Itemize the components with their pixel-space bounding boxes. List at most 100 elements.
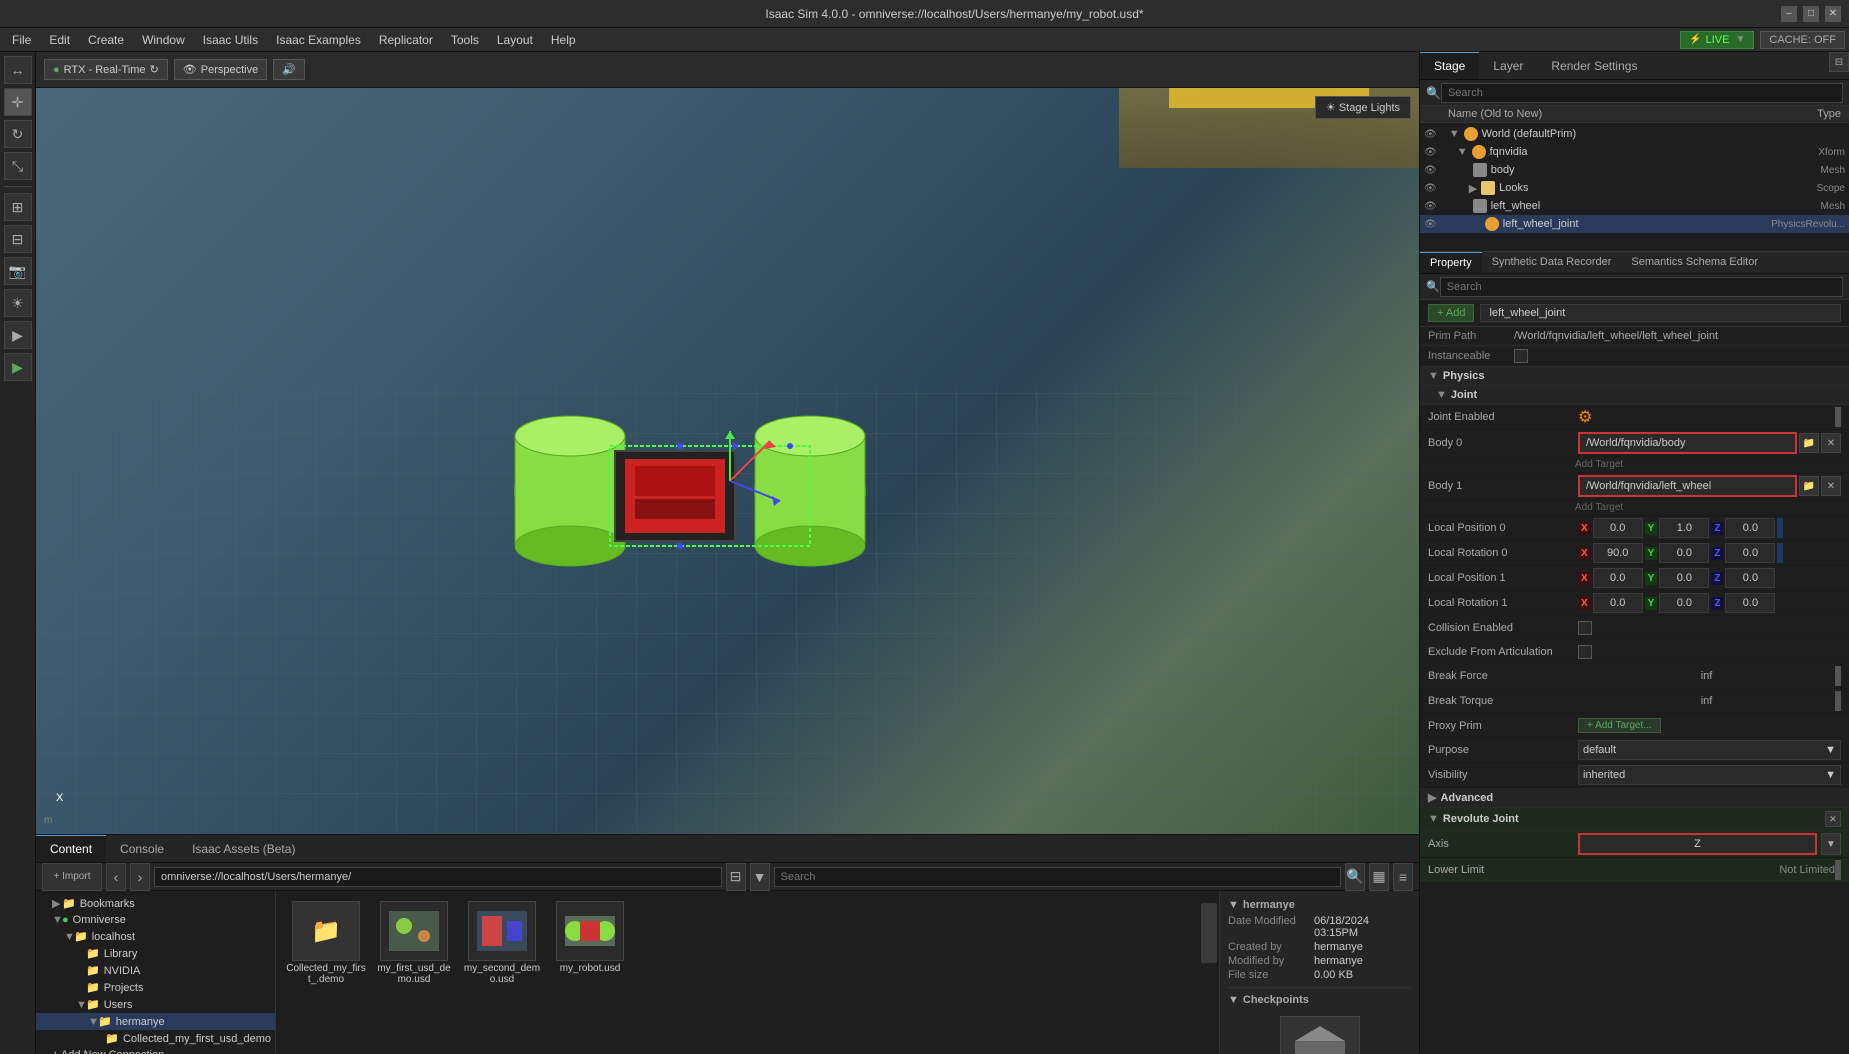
stage-filter-btn[interactable]: ⊟ bbox=[1829, 52, 1849, 72]
file-item-collected[interactable]: 📁 Collected_my_first_.demo bbox=[286, 901, 366, 985]
stage-item-left-wheel[interactable]: 👁 left_wheel Mesh bbox=[1420, 197, 1849, 215]
tree-item-localhost[interactable]: ▼ 📁 localhost bbox=[36, 928, 275, 945]
menu-layout[interactable]: Layout bbox=[489, 31, 541, 49]
exclude-articulation-checkbox[interactable] bbox=[1578, 645, 1592, 659]
move-tool-btn[interactable]: ✛ bbox=[4, 88, 32, 116]
local-rot1-y[interactable] bbox=[1659, 593, 1709, 613]
tree-item-hermanye[interactable]: ▼ 📁 hermanye bbox=[36, 1013, 275, 1030]
tree-item-bookmarks[interactable]: ▶ 📁 Bookmarks bbox=[36, 895, 275, 912]
purpose-dropdown[interactable]: default ▼ bbox=[1578, 740, 1841, 760]
local-pos1-x[interactable] bbox=[1593, 568, 1643, 588]
menu-replicator[interactable]: Replicator bbox=[371, 31, 441, 49]
props-search-input[interactable] bbox=[1440, 277, 1843, 297]
tree-item-nvidia[interactable]: 📁 NVIDIA bbox=[36, 962, 275, 979]
body0-field[interactable]: /World/fqnvidia/body bbox=[1578, 432, 1797, 454]
search-input[interactable] bbox=[774, 867, 1342, 887]
grid-view-button[interactable]: ▦ bbox=[1369, 863, 1389, 891]
viewport-3d[interactable]: X m ☀ Stage Lights bbox=[36, 88, 1419, 834]
local-rot0-x[interactable] bbox=[1593, 543, 1643, 563]
stage-item-looks[interactable]: 👁 ▶ Looks Scope bbox=[1420, 179, 1849, 197]
body1-folder-btn[interactable]: 📁 bbox=[1799, 476, 1819, 496]
stage-item-fqnvidia[interactable]: 👁 ▼ fqnvidia Xform bbox=[1420, 143, 1849, 161]
local-pos1-z[interactable] bbox=[1725, 568, 1775, 588]
stage-item-body[interactable]: 👁 body Mesh bbox=[1420, 161, 1849, 179]
menu-isaac-examples[interactable]: Isaac Examples bbox=[268, 31, 369, 49]
stage-item-world[interactable]: 👁 ▼ World (defaultPrim) bbox=[1420, 125, 1849, 143]
local-pos0-z[interactable] bbox=[1725, 518, 1775, 538]
body0-folder-btn[interactable]: 📁 bbox=[1799, 433, 1819, 453]
file-item-second-usd[interactable]: my_second_demo.usd bbox=[462, 901, 542, 985]
body1-clear-btn[interactable]: ✕ bbox=[1821, 476, 1841, 496]
add-property-button[interactable]: + Add bbox=[1428, 304, 1474, 322]
tree-item-collected[interactable]: 📁 Collected_my_first_usd_demo bbox=[36, 1030, 275, 1047]
local-rot0-y[interactable] bbox=[1659, 543, 1709, 563]
axis-field[interactable]: Z bbox=[1578, 833, 1817, 855]
local-pos0-x[interactable] bbox=[1593, 518, 1643, 538]
tab-content[interactable]: Content bbox=[36, 835, 106, 862]
physics-btn[interactable]: ▶ bbox=[4, 321, 32, 349]
tree-item-projects[interactable]: 📁 Projects bbox=[36, 979, 275, 996]
audio-btn[interactable]: 🔊 bbox=[273, 59, 305, 80]
filter2-button[interactable]: ▼ bbox=[750, 863, 770, 891]
renderer-select[interactable]: ● RTX - Real-Time ↻ bbox=[44, 59, 168, 80]
scale-tool-btn[interactable]: ⤡ bbox=[4, 152, 32, 180]
tab-synthetic-data-recorder[interactable]: Synthetic Data Recorder bbox=[1482, 252, 1622, 273]
file-item-first-usd[interactable]: my_first_usd_demo.usd bbox=[374, 901, 454, 985]
tab-console[interactable]: Console bbox=[106, 835, 178, 862]
menu-create[interactable]: Create bbox=[80, 31, 132, 49]
axis-dropdown-btn[interactable]: ▼ bbox=[1821, 833, 1841, 855]
local-pos1-y[interactable] bbox=[1659, 568, 1709, 588]
file-path-input[interactable] bbox=[154, 867, 722, 887]
menu-file[interactable]: File bbox=[4, 31, 39, 49]
menu-help[interactable]: Help bbox=[543, 31, 584, 49]
local-rot1-x[interactable] bbox=[1593, 593, 1643, 613]
tab-stage[interactable]: Stage bbox=[1420, 52, 1479, 79]
revolute-section-header[interactable]: ▼ Revolute Joint ✕ bbox=[1420, 808, 1849, 831]
visibility-dropdown[interactable]: inherited ▼ bbox=[1578, 765, 1841, 785]
revolute-close-btn[interactable]: ✕ bbox=[1825, 811, 1841, 827]
camera-perspective-btn[interactable]: 👁 Perspective bbox=[174, 59, 267, 80]
stage-lights-button[interactable]: ☀ Stage Lights bbox=[1315, 96, 1411, 119]
tab-semantics-schema-editor[interactable]: Semantics Schema Editor bbox=[1621, 252, 1768, 273]
stage-item-left-wheel-joint[interactable]: 👁 left_wheel_joint PhysicsRevolu... bbox=[1420, 215, 1849, 233]
tree-item-add-connection[interactable]: + Add New Connection ... bbox=[36, 1047, 275, 1054]
stage-search-input[interactable] bbox=[1441, 83, 1843, 103]
minimize-button[interactable]: – bbox=[1781, 6, 1797, 22]
grid-btn[interactable]: ⊟ bbox=[4, 225, 32, 253]
proxy-add-target-btn[interactable]: + Add Target... bbox=[1578, 718, 1661, 733]
local-rot0-z[interactable] bbox=[1725, 543, 1775, 563]
tree-item-users[interactable]: ▼ 📁 Users bbox=[36, 996, 275, 1013]
menu-window[interactable]: Window bbox=[134, 31, 193, 49]
physics-section-header[interactable]: ▼ Physics bbox=[1420, 367, 1849, 386]
body0-clear-btn[interactable]: ✕ bbox=[1821, 433, 1841, 453]
instanceable-checkbox[interactable] bbox=[1514, 349, 1528, 363]
menu-edit[interactable]: Edit bbox=[41, 31, 78, 49]
local-rot1-z[interactable] bbox=[1725, 593, 1775, 613]
snap-btn[interactable]: ⊞ bbox=[4, 193, 32, 221]
search-button[interactable]: 🔍 bbox=[1345, 863, 1365, 891]
joint-section-header[interactable]: ▼ Joint bbox=[1420, 386, 1849, 405]
body1-field[interactable]: /World/fqnvidia/left_wheel bbox=[1578, 475, 1797, 497]
light-btn[interactable]: ☀ bbox=[4, 289, 32, 317]
tree-item-omniverse[interactable]: ▼ ● Omniverse bbox=[36, 912, 275, 928]
menu-isaac-utils[interactable]: Isaac Utils bbox=[195, 31, 266, 49]
close-button[interactable]: ✕ bbox=[1825, 6, 1841, 22]
rotate-tool-btn[interactable]: ↻ bbox=[4, 120, 32, 148]
filter-button[interactable]: ⊟ bbox=[726, 863, 746, 891]
file-item-robot-usd[interactable]: my_robot.usd bbox=[550, 901, 630, 985]
list-view-button[interactable]: ≡ bbox=[1393, 863, 1413, 891]
tab-layer[interactable]: Layer bbox=[1479, 52, 1537, 79]
tree-item-library[interactable]: 📁 Library bbox=[36, 945, 275, 962]
local-pos0-y[interactable] bbox=[1659, 518, 1709, 538]
camera-btn[interactable]: 📷 bbox=[4, 257, 32, 285]
tab-isaac-assets[interactable]: Isaac Assets (Beta) bbox=[178, 835, 309, 862]
collision-checkbox[interactable] bbox=[1578, 621, 1592, 635]
play-btn[interactable]: ▶ bbox=[4, 353, 32, 381]
import-button[interactable]: + Import bbox=[42, 863, 102, 891]
forward-button[interactable]: › bbox=[130, 863, 150, 891]
tab-render-settings[interactable]: Render Settings bbox=[1537, 52, 1651, 79]
back-button[interactable]: ‹ bbox=[106, 863, 126, 891]
select-tool-btn[interactable]: ↔ bbox=[4, 56, 32, 84]
restore-button[interactable]: □ bbox=[1803, 6, 1819, 22]
menu-tools[interactable]: Tools bbox=[443, 31, 487, 49]
